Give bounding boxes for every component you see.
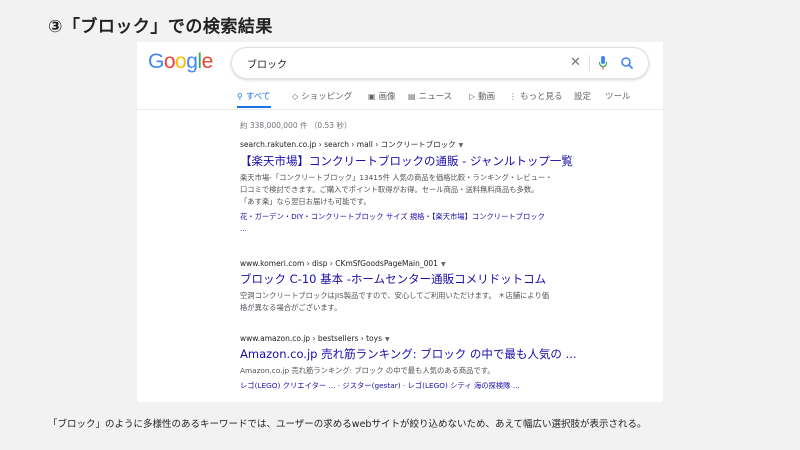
tag-icon: ◇ (292, 92, 299, 101)
snippet-line: 口コミで検討できます。ご購入でポイント取得がお得。セール商品・送料無料商品も多数… (240, 185, 539, 194)
image-icon: ▣ (368, 92, 376, 101)
result-url-text: search.rakuten.co.jp › search › mall › コ… (240, 140, 456, 149)
logo-letter: o (163, 50, 176, 73)
result-stats: 約 338,000,000 件 （0.53 秒） (240, 121, 352, 130)
sitelink[interactable]: 花・ガーデン・DIY・コンクリートブロック サイズ 規格・【楽天市場】コンクリー… (240, 211, 620, 223)
tab-more[interactable]: ⋮ もっと見る (509, 90, 563, 102)
tab-label: 設定 (574, 92, 592, 102)
tab-tools[interactable]: ツール (605, 90, 631, 102)
tab-label: 動画 (478, 92, 496, 102)
microphone-icon[interactable] (598, 55, 608, 71)
tab-label: すべて (245, 92, 271, 102)
logo-letter: o (175, 50, 187, 73)
chevron-down-icon[interactable]: ▼ (459, 142, 464, 149)
slide-caption: 「ブロック」のように多様性のあるキーワードでは、ユーザーの求めるwebサイトが絞… (48, 419, 647, 430)
slide-title: ③「ブロック」での検索結果 (48, 17, 273, 37)
search-result: www.komeri.com › disp › CKmSfGoodsPageMa… (240, 259, 620, 314)
google-logo[interactable]: Google (148, 50, 213, 74)
result-title-link[interactable]: ブロック C-10 基本 -ホームセンター通販コメリドットコム (240, 271, 620, 287)
logo-letter: G (148, 50, 164, 73)
tab-settings[interactable]: 設定 (574, 90, 591, 102)
sitelink-more[interactable]: ... (240, 223, 620, 235)
more-icon: ⋮ (509, 92, 517, 101)
news-icon: ▤ (408, 92, 416, 101)
snippet-line: Amazon.co.jp 売れ筋ランキング: ブロック の中で最も人気のある商品… (240, 366, 495, 375)
search-icon[interactable] (620, 55, 634, 71)
search-box[interactable]: ✕ (231, 47, 649, 79)
result-url[interactable]: www.komeri.com › disp › CKmSfGoodsPageMa… (240, 259, 620, 268)
result-title-link[interactable]: 【楽天市場】コンクリートブロックの通販 - ジャンルトップ一覧 (240, 153, 620, 169)
tab-label: ショッピング (301, 92, 353, 102)
search-icon: ⚲ (237, 92, 243, 101)
result-sitelinks: レゴ(LEGO) クリエイター ... · ジスター(gestar) · レゴ(… (240, 380, 620, 392)
divider (589, 55, 590, 71)
result-url-text: www.amazon.co.jp › bestsellers › toys (240, 334, 382, 343)
result-sitelinks: 花・ガーデン・DIY・コンクリートブロック サイズ 規格・【楽天市場】コンクリー… (240, 211, 620, 235)
result-url-text: www.komeri.com › disp › CKmSfGoodsPageMa… (240, 259, 438, 268)
search-results-screenshot: Google ✕ ⚲すべて ◇ショッピング ▣画像 ▤ニュース ▷動画 (137, 42, 663, 402)
logo-letter: g (186, 50, 198, 73)
divider (137, 109, 663, 110)
chevron-down-icon[interactable]: ▼ (385, 336, 390, 343)
result-title-link[interactable]: Amazon.co.jp 売れ筋ランキング: ブロック の中で最も人気の ... (240, 346, 620, 362)
result-url[interactable]: www.amazon.co.jp › bestsellers › toys ▼ (240, 334, 620, 343)
snippet-line: 空洞コンクリートブロックはJIS製品ですので、安心してご利用いただけます。 ＊店… (240, 291, 550, 300)
search-result: search.rakuten.co.jp › search › mall › コ… (240, 139, 620, 235)
result-url[interactable]: search.rakuten.co.jp › search › mall › コ… (240, 139, 620, 150)
video-icon: ▷ (469, 92, 476, 101)
result-snippet: 楽天市場-「コンクリートブロック」13415件 人気の商品を価格比較・ランキング… (240, 172, 620, 208)
close-icon[interactable]: ✕ (570, 55, 581, 71)
snippet-line: 格が異なる場合がございます。 (240, 303, 342, 312)
result-snippet: Amazon.co.jp 売れ筋ランキング: ブロック の中で最も人気のある商品… (240, 365, 620, 377)
chevron-down-icon[interactable]: ▼ (441, 261, 446, 268)
tab-label: ツール (605, 92, 631, 102)
tab-all[interactable]: ⚲ すべて (237, 90, 270, 102)
tab-news[interactable]: ▤ ニュース (408, 90, 452, 102)
tab-label: もっと見る (520, 92, 563, 102)
tab-shopping[interactable]: ◇ ショッピング (292, 90, 352, 102)
tab-label: ニュース (418, 92, 453, 102)
tab-images[interactable]: ▣ 画像 (368, 90, 396, 102)
snippet-line: 「あす楽」なら翌日お届けも可能です。 (240, 197, 371, 206)
result-snippet: 空洞コンクリートブロックはJIS製品ですので、安心してご利用いただけます。 ＊店… (240, 290, 620, 314)
logo-letter: e (201, 50, 214, 73)
sitelink[interactable]: レゴ(LEGO) クリエイター ... · ジスター(gestar) · レゴ(… (240, 380, 620, 392)
tab-label: 画像 (378, 92, 396, 102)
search-input[interactable] (247, 55, 547, 71)
tab-videos[interactable]: ▷ 動画 (469, 90, 495, 102)
active-tab-indicator (237, 106, 271, 108)
search-result: www.amazon.co.jp › bestsellers › toys ▼ A… (240, 334, 620, 392)
snippet-line: 楽天市場-「コンクリートブロック」13415件 人気の商品を価格比較・ランキング… (240, 173, 553, 182)
